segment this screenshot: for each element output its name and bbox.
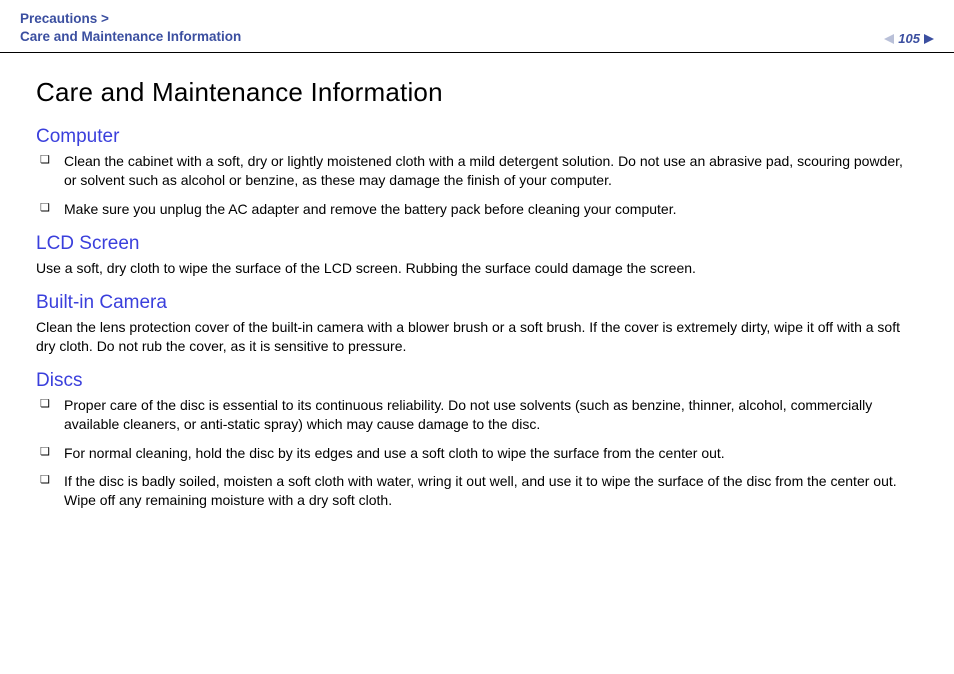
prev-page-icon[interactable]: [884, 34, 894, 44]
section-heading-lcd: LCD Screen: [36, 233, 918, 255]
breadcrumb-parent[interactable]: Precautions: [20, 11, 97, 26]
list-item: Proper care of the disc is essential to …: [36, 396, 918, 434]
list-item: Make sure you unplug the AC adapter and …: [36, 200, 918, 219]
list-item: If the disc is badly soiled, moisten a s…: [36, 472, 918, 510]
breadcrumb-current[interactable]: Care and Maintenance Information: [20, 29, 241, 44]
page-number: 105: [898, 31, 920, 46]
breadcrumb-separator: >: [101, 11, 109, 26]
next-page-icon[interactable]: [924, 34, 934, 44]
list-item: Clean the cabinet with a soft, dry or li…: [36, 152, 918, 190]
page-header: Precautions > Care and Maintenance Infor…: [0, 0, 954, 53]
page: Precautions > Care and Maintenance Infor…: [0, 0, 954, 674]
computer-list: Clean the cabinet with a soft, dry or li…: [36, 152, 918, 219]
discs-list: Proper care of the disc is essential to …: [36, 396, 918, 510]
list-item: For normal cleaning, hold the disc by it…: [36, 444, 918, 463]
page-title: Care and Maintenance Information: [36, 77, 918, 108]
content-area: Care and Maintenance Information Compute…: [0, 53, 954, 510]
section-heading-camera: Built-in Camera: [36, 292, 918, 314]
breadcrumb: Precautions > Care and Maintenance Infor…: [20, 10, 241, 46]
page-number-nav: 105: [884, 31, 934, 46]
section-heading-computer: Computer: [36, 126, 918, 148]
section-heading-discs: Discs: [36, 370, 918, 392]
camera-text: Clean the lens protection cover of the b…: [36, 318, 918, 356]
lcd-text: Use a soft, dry cloth to wipe the surfac…: [36, 259, 918, 278]
